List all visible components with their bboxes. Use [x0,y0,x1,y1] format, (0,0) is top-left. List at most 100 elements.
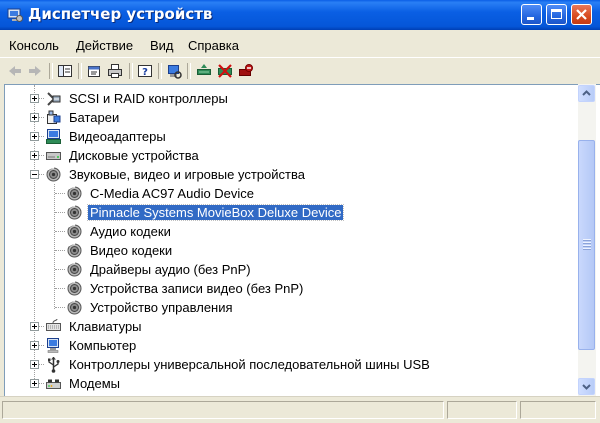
tree-connector-line [39,383,44,385]
scroll-grip-line [583,239,591,241]
tree-category-row[interactable]: SCSI и RAID контроллеры [5,89,575,108]
status-pane [520,401,596,419]
update-driver-icon[interactable] [196,63,212,79]
tree-device-row[interactable]: C-Media AC97 Audio Device [5,184,575,203]
tree-connector-line [39,326,44,328]
maximize-button[interactable] [546,4,567,25]
tree-device-row[interactable]: Устройство управления [5,298,575,317]
sound-device-icon [46,167,61,182]
status-pane [447,401,517,419]
console-tree-icon[interactable] [57,63,73,79]
tree-device-row[interactable]: Аудио кодеки [5,222,575,241]
tree-item-label[interactable]: C-Media AC97 Audio Device [88,186,256,201]
plus-sign [34,153,35,158]
keyboard-icon [46,318,61,331]
sound-device-icon [67,262,82,277]
vertical-scrollbar[interactable] [578,84,596,396]
tree-item-label[interactable]: Видео кодеки [88,243,174,258]
menu-help[interactable]: Справка [188,38,239,53]
tree-category-row[interactable]: Компьютер [5,336,575,355]
display-adapter-icon [46,129,61,144]
maximize-icon [551,9,562,19]
tree-connector-line [39,98,44,100]
tree-item-label[interactable]: Контроллеры универсальной последовательн… [67,357,432,372]
expand-toggle[interactable] [30,94,39,103]
tree-item-label[interactable]: Драйверы аудио (без PnP) [88,262,253,277]
back-icon[interactable] [7,63,23,79]
tree-category-row[interactable]: Модемы [5,374,575,393]
scan-hardware-icon[interactable] [166,63,182,79]
expand-toggle[interactable] [30,341,39,350]
scroll-up-button[interactable] [578,85,595,102]
status-bar [0,396,600,423]
device-tree[interactable]: SCSI и RAID контроллеры Батареи Видеоадапт… [4,84,600,396]
modem-icon [46,379,61,389]
tree-connector-line [55,231,65,233]
tree-connector-line [55,212,65,214]
scroll-down-button[interactable] [578,378,595,395]
plus-sign [34,324,35,329]
disk-drive-icon [46,152,61,160]
status-pane-main [2,401,444,419]
tree-device-row[interactable]: Pinnacle Systems MovieBox Deluxe Device [5,203,575,222]
uninstall-device-icon[interactable] [238,63,254,79]
tree-device-row[interactable]: Видео кодеки [5,241,575,260]
expand-toggle[interactable] [30,379,39,388]
sound-device-icon [67,205,82,220]
tree-item-label[interactable]: Дисковые устройства [67,148,201,163]
properties-icon[interactable] [86,63,102,79]
tree-connector-line [39,136,44,138]
tree-item-label[interactable]: Устройство управления [88,300,235,315]
menu-console[interactable]: Консоль [9,38,59,53]
tree-category-row[interactable]: Батареи [5,108,575,127]
tree-device-row[interactable]: Устройства записи видео (без PnP) [5,279,575,298]
tree-connector-line [39,155,44,157]
scroll-thumb[interactable] [578,140,595,350]
tree-category-row[interactable]: Звуковые, видео и игровые устройства [5,165,575,184]
tree-item-label[interactable]: Звуковые, видео и игровые устройства [67,167,307,182]
tree-category-row[interactable]: Клавиатуры [5,317,575,336]
expand-toggle[interactable] [30,132,39,141]
tree-connector-line [55,250,65,252]
tree-category-row[interactable]: Дисковые устройства [5,146,575,165]
toolbar: ? [0,57,600,84]
tree-category-row[interactable]: Контроллеры универсальной последовательн… [5,355,575,374]
sound-device-icon [67,224,82,239]
tree-item-label[interactable]: Аудио кодеки [88,224,173,239]
expand-toggle[interactable] [30,360,39,369]
svg-text:?: ? [142,67,148,78]
close-button[interactable] [571,4,592,25]
menu-action[interactable]: Действие [76,38,133,53]
sound-device-icon [67,186,82,201]
tree-item-label[interactable]: Устройства записи видео (без PnP) [88,281,305,296]
tree-connector-line [55,307,65,309]
menu-view[interactable]: Вид [150,38,174,53]
sound-device-icon [67,281,82,296]
disable-device-icon[interactable] [217,63,233,79]
tree-item-label[interactable]: SCSI и RAID контроллеры [67,91,230,106]
tree-item-label[interactable]: Видеоадаптеры [67,129,168,144]
tree-item-label[interactable]: Модемы [67,376,122,391]
tree-item-label-selected[interactable]: Pinnacle Systems MovieBox Deluxe Device [86,204,345,221]
print-icon[interactable] [107,63,123,79]
computer-manage-icon [7,8,23,22]
computer-icon [47,338,59,353]
tree-category-row[interactable]: Видеоадаптеры [5,127,575,146]
expand-toggle[interactable] [30,322,39,331]
collapse-toggle[interactable] [30,170,39,179]
title-bar[interactable]: Диспетчер устройств [0,0,600,30]
plus-sign [34,343,35,348]
expand-toggle[interactable] [30,151,39,160]
forward-icon[interactable] [27,63,43,79]
scroll-grip-line [583,248,591,250]
window-title: Диспетчер устройств [28,5,213,23]
minimize-icon [527,17,534,20]
tree-connector-line [55,269,65,271]
expand-toggle[interactable] [30,113,39,122]
tree-item-label[interactable]: Батареи [67,110,121,125]
tree-device-row[interactable]: Драйверы аудио (без PnP) [5,260,575,279]
tree-item-label[interactable]: Компьютер [67,338,138,353]
help-icon[interactable]: ? [137,63,153,79]
minimize-button[interactable] [521,4,542,25]
tree-item-label[interactable]: Клавиатуры [67,319,144,334]
